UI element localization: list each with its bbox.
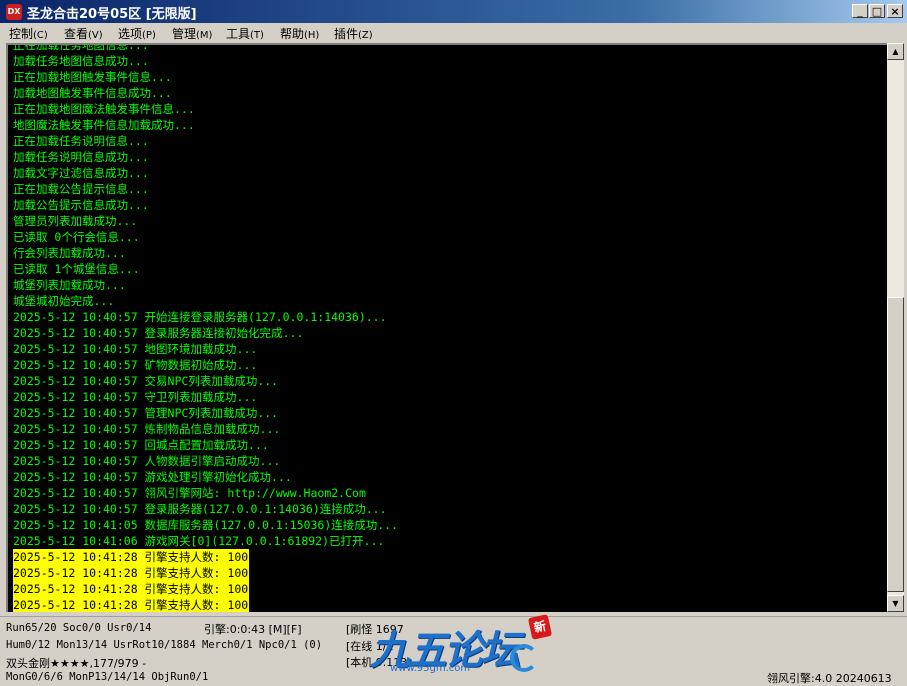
menu-label: 管理 (172, 27, 197, 41)
log-list: 正在加载任务地图信息... 加载任务地图信息成功... 正在加载地图触发事件信息..… (13, 43, 399, 612)
log-line: 2025-5-12 10:40:57 炼制物品信息加载成功... (13, 422, 281, 436)
log-line: 2025-5-12 10:40:57 人物数据引擎启动成功... (13, 454, 281, 468)
log-line: 2025-5-12 10:40:57 游戏处理引擎初始化成功... (13, 470, 292, 484)
status-hum: Hum0/12 Mon13/14 UsrRot10/1884 Merch0/1 … (6, 639, 323, 651)
log-line: 2025-5-12 10:40:57 翎风引擎网站: http://www.Ha… (13, 486, 366, 500)
log-line: 2025-5-12 10:40:57 登录服务器(127.0.0.1:14036… (13, 502, 387, 516)
menu-control[interactable]: 控制(C) (9, 25, 48, 42)
status-run: Run65/20 Soc0/0 Usr0/14 (6, 622, 152, 634)
log-line: 2025-5-12 10:40:57 交易NPC列表加载成功... (13, 374, 279, 388)
log-line: 正在加载任务地图信息... (13, 43, 149, 52)
maximize-button[interactable]: □ (869, 4, 885, 18)
menu-bar: 控制(C) 查看(V) 选项(P) 管理(M) 工具(T) 帮助(H) 插件(Z… (0, 23, 907, 43)
scroll-down-button[interactable]: ▼ (887, 595, 904, 612)
scroll-thumb[interactable] (887, 297, 904, 592)
menu-accel: (T) (250, 30, 264, 41)
log-line: 2025-5-12 10:40:57 管理NPC列表加载成功... (13, 406, 279, 420)
menu-accel: (H) (304, 30, 320, 41)
log-line: 城堡城初始完成... (13, 294, 115, 308)
log-line-highlighted: 2025-5-12 10:41:28 引擎支持人数: 100 (13, 597, 250, 612)
log-line: 2025-5-12 10:40:57 地图环境加载成功... (13, 342, 258, 356)
menu-label: 控制 (9, 27, 34, 41)
menu-options[interactable]: 选项(P) (118, 25, 156, 42)
log-line: 2025-5-12 10:41:06 游戏网关[0](127.0.0.1:618… (13, 534, 385, 548)
log-line: 加载任务地图信息成功... (13, 54, 149, 68)
watermark-url: www.95gm.com (390, 663, 471, 674)
menu-view[interactable]: 查看(V) (64, 25, 103, 42)
status-engine: 引擎:0:0:43 [M][F] (204, 623, 302, 636)
log-line: 正在加载地图触发事件信息... (13, 70, 172, 84)
log-line: 城堡列表加载成功... (13, 278, 126, 292)
vertical-scrollbar[interactable]: ▲ ▼ (887, 43, 904, 612)
menu-accel: (M) (196, 30, 213, 41)
menu-accel: (V) (88, 30, 103, 41)
menu-label: 插件 (334, 27, 359, 41)
menu-plugins[interactable]: 插件(Z) (334, 25, 373, 42)
log-line-highlighted: 2025-5-12 10:41:28 引擎支持人数: 100 (13, 565, 250, 581)
log-line-highlighted: 2025-5-12 10:41:28 引擎支持人数: 100 (13, 581, 250, 597)
close-button[interactable]: × (887, 4, 903, 18)
menu-label: 工具 (226, 27, 251, 41)
log-line: 2025-5-12 10:40:57 开始连接登录服务器(127.0.0.1:1… (13, 310, 387, 324)
menu-label: 选项 (118, 27, 143, 41)
log-line: 正在加载任务说明信息... (13, 134, 149, 148)
log-line: 地图魔法触发事件信息加载成功... (13, 118, 195, 132)
log-line: 已读取 1个城堡信息... (13, 262, 140, 276)
swirl-icon (510, 644, 538, 672)
log-line: 加载公告提示信息成功... (13, 198, 149, 212)
log-line-highlighted: 2025-5-12 10:41:28 引擎支持人数: 100 (13, 549, 250, 565)
menu-label: 帮助 (280, 27, 305, 41)
log-line: 正在加载地图魔法触发事件信息... (13, 102, 195, 116)
status-mon: MonG0/6/6 MonP13/14/14 ObjRun0/1 (6, 671, 209, 683)
log-line: 2025-5-12 10:40:57 登录服务器连接初始化完成... (13, 326, 304, 340)
log-line: 正在加载公告提示信息... (13, 182, 149, 196)
log-line: 已读取 0个行会信息... (13, 230, 140, 244)
status-version: 翎风引擎:4.0 20240613 (767, 672, 892, 685)
status-player: 双头金刚★★★★,177/979 - (6, 657, 147, 670)
menu-label: 查看 (64, 27, 89, 41)
log-line: 加载地图触发事件信息成功... (13, 86, 172, 100)
log-line: 加载任务说明信息成功... (13, 150, 149, 164)
title-bar[interactable]: DX 圣龙合击20号05区 [无限版] _ □ × (0, 0, 907, 23)
menu-accel: (P) (142, 30, 156, 41)
new-seal-icon: 新 (527, 614, 553, 640)
menu-tools[interactable]: 工具(T) (226, 25, 264, 42)
log-line: 2025-5-12 10:40:57 守卫列表加载成功... (13, 390, 258, 404)
log-line: 加载文字过滤信息成功... (13, 166, 149, 180)
scroll-up-button[interactable]: ▲ (887, 43, 904, 60)
menu-accel: (Z) (358, 30, 373, 41)
log-line: 管理员列表加载成功... (13, 214, 138, 228)
window-title: 圣龙合击20号05区 [无限版] (27, 7, 197, 22)
log-line: 2025-5-12 10:40:57 矿物数据初始成功... (13, 358, 258, 372)
log-line: 2025-5-12 10:40:57 回城点配置加载成功... (13, 438, 269, 452)
log-line: 行会列表加载成功... (13, 246, 126, 260)
watermark-logo: 九五论坛 新 www.95gm.com (370, 614, 560, 682)
log-line: 2025-5-12 10:41:05 数据库服务器(127.0.0.1:1503… (13, 518, 399, 532)
minimize-button[interactable]: _ (852, 4, 868, 18)
menu-accel: (C) (33, 30, 48, 41)
menu-manage[interactable]: 管理(M) (172, 25, 212, 42)
log-console[interactable]: 正在加载任务地图信息... 加载任务地图信息成功... 正在加载地图触发事件信息..… (6, 43, 887, 612)
app-icon[interactable]: DX (6, 4, 22, 20)
menu-help[interactable]: 帮助(H) (280, 25, 319, 42)
